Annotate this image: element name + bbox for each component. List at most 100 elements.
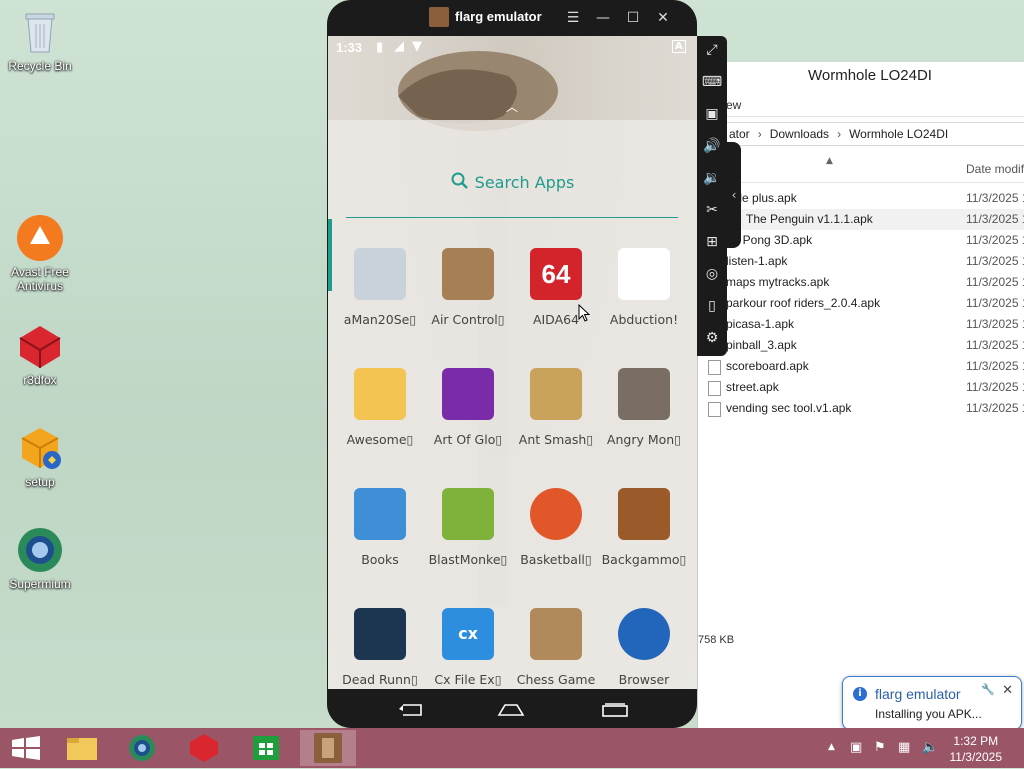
maximize-icon[interactable]: ☐ — [623, 8, 643, 28]
app-basketball[interactable]: Basketball▯ — [512, 488, 600, 567]
scissors-icon[interactable]: ✂ — [697, 196, 727, 224]
desktop-icon-supermium[interactable]: Supermium — [4, 526, 76, 591]
file-name: street.apk — [726, 380, 779, 394]
file-row[interactable]: street.apk 11/3/2025 1 — [698, 377, 1024, 398]
fullscreen-icon[interactable]: ⤢ — [697, 36, 727, 64]
file-row[interactable]: parkour roof riders_2.0.4.apk 11/3/2025 1 — [698, 293, 1024, 314]
app-book[interactable]: Books — [336, 488, 424, 567]
notification-body: Installing you APK... — [875, 707, 982, 721]
chess-icon — [530, 608, 582, 660]
app-backgammon[interactable]: Backgammo▯ — [600, 488, 688, 567]
app-tree[interactable]: Dead Runn▯ — [336, 608, 424, 687]
flarg-tray-icon[interactable]: ▣ — [850, 740, 862, 755]
file-name: pinball_3.apk — [726, 338, 797, 352]
file-row[interactable]: pinball_3.apk 11/3/2025 1 — [698, 335, 1024, 356]
back-icon[interactable] — [397, 703, 423, 720]
app-label: Chess Game — [516, 672, 596, 687]
taskbar-store[interactable] — [238, 730, 294, 766]
taskbar-flarg-emulator[interactable] — [300, 730, 356, 766]
app-label: BlastMonke▯ — [428, 552, 508, 567]
taskbar-supermium[interactable] — [114, 730, 170, 766]
file-name: scoreboard.apk — [726, 359, 809, 373]
file-row[interactable]: The Penguin v1.1.1.apk 11/3/2025 1 — [698, 209, 1024, 230]
app-rocket[interactable]: aMan20Se▯ — [336, 248, 424, 327]
taskbar-r3dfox[interactable] — [176, 730, 232, 766]
file-row[interactable]: picasa-1.apk 11/3/2025 1 — [698, 314, 1024, 335]
address-bar[interactable]: ator › Downloads › Wormhole LO24DI — [698, 122, 1024, 146]
breadcrumb-item[interactable]: Wormhole LO24DI — [849, 127, 948, 141]
notification-toast[interactable]: i flarg emulator Installing you APK... 🔧… — [842, 676, 1022, 730]
app-face[interactable]: Awesome▯ — [336, 368, 424, 447]
volume-up-icon[interactable]: 🔊 — [697, 132, 727, 160]
app-cx[interactable]: cx Cx File Ex▯ — [424, 608, 512, 687]
breadcrumb-item[interactable]: ator — [729, 127, 750, 141]
app-swirl[interactable]: Art Of Glo▯ — [424, 368, 512, 447]
emulator-titlebar[interactable]: flarg emulator ☰ — ☐ ✕ — [327, 0, 697, 36]
breadcrumb-item[interactable]: Downloads — [770, 127, 829, 141]
close-icon[interactable]: ✕ — [1002, 683, 1013, 698]
minimize-icon[interactable]: — — [593, 8, 613, 28]
app-globe[interactable]: Browser — [600, 608, 688, 687]
battery-icon: ▮ — [376, 40, 384, 55]
desktop-icon-label: Recycle Bin — [8, 59, 72, 73]
start-button[interactable] — [0, 730, 56, 766]
location-icon[interactable]: ◎ — [697, 260, 727, 288]
volume-muted-icon[interactable]: 🔈 — [922, 740, 938, 755]
app-label: Abduction! — [609, 312, 679, 327]
close-icon[interactable]: ✕ — [653, 8, 673, 28]
file-date: 11/3/2025 1 — [966, 233, 1024, 247]
chevron-up-icon[interactable]: ︿ — [506, 98, 518, 115]
file-row[interactable]: listen-1.apk 11/3/2025 1 — [698, 251, 1024, 272]
desktop-icon-label: Supermium — [9, 577, 71, 591]
menu-icon[interactable]: ☰ — [563, 8, 583, 28]
app-cow[interactable]: Abduction! — [600, 248, 688, 327]
globe-icon — [618, 608, 670, 660]
monkey-icon — [442, 488, 494, 540]
app-monkey[interactable]: BlastMonke▯ — [424, 488, 512, 567]
desktop-icon-avast[interactable]: Avast Free Antivirus — [4, 214, 76, 293]
desktop-icon-recycle-bin[interactable]: Recycle Bin — [4, 8, 76, 73]
app-chess[interactable]: Chess Game — [512, 608, 600, 687]
pin-icon[interactable]: 🔧 — [981, 683, 995, 696]
network-icon[interactable]: ▦ — [898, 740, 910, 755]
shake-icon[interactable]: ▯ — [697, 292, 727, 320]
setup-icon — [16, 424, 64, 472]
show-hidden-icons-icon[interactable]: ▲ — [828, 742, 835, 752]
file-date: 11/3/2025 1 — [966, 380, 1024, 394]
volume-down-icon[interactable]: 🔉 — [697, 164, 727, 192]
taskbar: ▲ ▣ ⚑ ▦ 🔈 1:32 PM 11/3/2025 — [0, 728, 1024, 768]
ribbon-tab-view[interactable]: ew — [698, 94, 1024, 117]
file-date: 11/3/2025 1 — [966, 338, 1024, 352]
cx-icon: cx — [442, 608, 494, 660]
recents-icon[interactable] — [601, 703, 629, 720]
file-row[interactable]: scoreboard.apk 11/3/2025 1 — [698, 356, 1024, 377]
file-row[interactable]: vending sec tool.v1.apk 11/3/2025 1 — [698, 398, 1024, 419]
scroll-indicator[interactable] — [328, 219, 332, 291]
app-ant[interactable]: Ant Smash▯ — [512, 368, 600, 447]
search-apps-label: Search Apps — [474, 173, 575, 192]
app-plane[interactable]: Air Control▯ — [424, 248, 512, 327]
search-apps[interactable]: Search Apps — [328, 172, 697, 192]
cow-icon — [618, 248, 670, 300]
file-row[interactable]: ng Pong 3D.apk 11/3/2025 1 — [698, 230, 1024, 251]
flag-icon[interactable]: ⚑ — [874, 740, 886, 755]
settings-icon[interactable]: ⚙ — [697, 324, 727, 352]
desktop-icon-r3dfox[interactable]: r3dfox — [4, 322, 76, 387]
wifi-icon: ▼ — [412, 39, 422, 54]
desktop-icon-setup[interactable]: setup — [4, 424, 76, 489]
taskbar-clock[interactable]: 1:32 PM 11/3/2025 — [950, 733, 1003, 765]
column-date-modified[interactable]: Date modif — [966, 162, 1024, 176]
taskbar-file-explorer[interactable] — [54, 730, 110, 766]
home-icon[interactable] — [497, 703, 525, 720]
file-name: listen-1.apk — [726, 254, 788, 268]
file-date: 11/3/2025 1 — [966, 212, 1024, 226]
add-window-icon[interactable]: ⊞ — [697, 228, 727, 256]
apk-install-icon[interactable]: ▣ — [697, 100, 727, 128]
file-row[interactable]: maps mytracks.apk 11/3/2025 1 — [698, 272, 1024, 293]
file-row[interactable]: ogle plus.apk 11/3/2025 1 — [698, 188, 1024, 209]
collapse-toolbar-tab[interactable]: ‹ — [727, 142, 741, 248]
keyboard-icon[interactable]: ⌨ — [697, 68, 727, 96]
notification-title: flarg emulator — [875, 686, 961, 702]
app-monster[interactable]: Angry Mon▯ — [600, 368, 688, 447]
app-label: Books — [361, 552, 399, 567]
